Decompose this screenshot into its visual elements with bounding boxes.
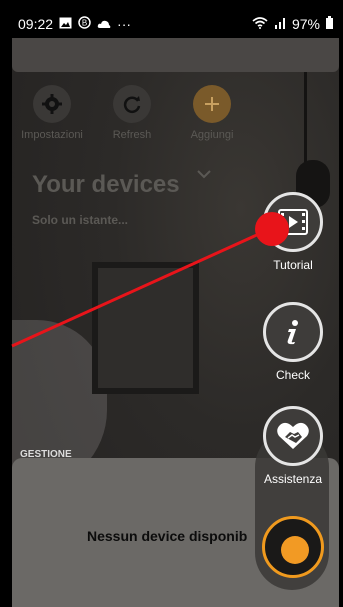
annotation-overlay bbox=[11, 212, 289, 348]
annotation-marker bbox=[255, 212, 289, 246]
app-screen: 09:22 B ··· 97% Impostazioni Refresh Agg… bbox=[0, 0, 343, 607]
annotation-pointer-line bbox=[11, 227, 271, 348]
